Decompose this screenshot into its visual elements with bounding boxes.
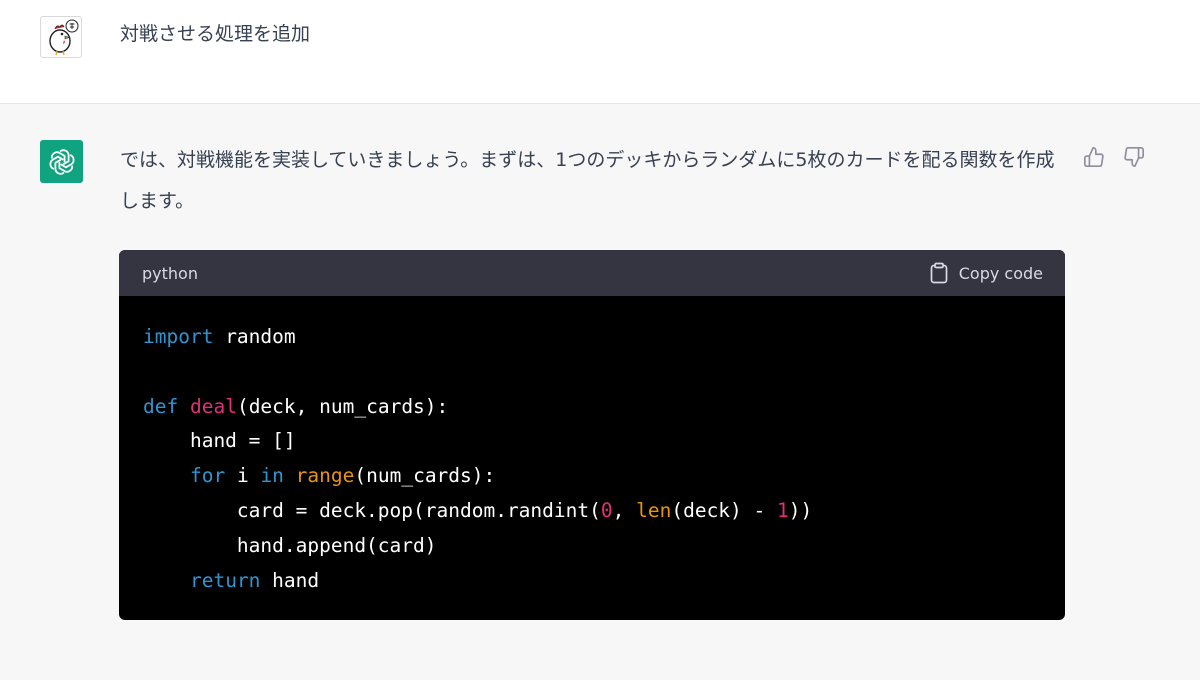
- thumbs-down-icon: [1124, 147, 1144, 167]
- code-line-2-blank: [143, 355, 1041, 390]
- code-block: python Copy code import random def deal(d…: [119, 250, 1065, 620]
- clipboard-icon: [930, 262, 948, 284]
- openai-logo-icon: [40, 140, 83, 183]
- code-block-header: python Copy code: [119, 250, 1065, 296]
- function-name-deal: deal: [189, 394, 237, 418]
- thumbs-up-button[interactable]: [1082, 145, 1106, 169]
- number-literal: 0: [600, 498, 613, 522]
- builtin-range: range: [295, 464, 355, 488]
- code-line-5: for i in range(num_cards):: [143, 459, 1041, 494]
- thumbs-down-button[interactable]: [1122, 145, 1146, 169]
- code-line-8: return hand: [143, 564, 1041, 599]
- code-text: hand.append(card): [143, 533, 437, 557]
- thumbs-up-icon: [1084, 147, 1104, 167]
- code-content: import random def deal(deck, num_cards): …: [119, 296, 1065, 598]
- code-line-7: hand.append(card): [143, 529, 1041, 564]
- keyword-return: return: [189, 568, 261, 592]
- code-text: i: [225, 464, 261, 488]
- code-line-6: card = deck.pop(random.randint(0, len(de…: [143, 494, 1041, 529]
- code-text: hand = []: [143, 429, 296, 453]
- copy-code-label: Copy code: [958, 263, 1043, 283]
- user-message-text: 対戦させる処理を追加: [120, 23, 311, 45]
- assistant-message-text: では、対戦機能を実装していきましょう。まずは、1つのデッキからランダムに5枚のカ…: [120, 149, 1055, 212]
- code-text: (deck, num_cards):: [236, 394, 449, 418]
- code-text: hand: [260, 568, 320, 592]
- code-text: random: [213, 325, 296, 348]
- code-text: (num_cards):: [354, 464, 496, 488]
- code-text: )): [788, 498, 813, 522]
- code-text: ,: [612, 498, 637, 522]
- code-line-4: hand = []: [143, 424, 1041, 459]
- keyword-for: for: [189, 464, 226, 488]
- keyword-def: def: [143, 394, 179, 418]
- keyword-import: import: [143, 325, 214, 348]
- keyword-in: in: [260, 464, 284, 488]
- builtin-len: len: [636, 498, 672, 522]
- code-line-3: def deal(deck, num_cards):: [143, 390, 1041, 425]
- number-literal: 1: [777, 498, 789, 522]
- code-text: (deck) -: [671, 498, 778, 522]
- copy-code-button[interactable]: Copy code: [929, 262, 1043, 284]
- code-text: card = deck.pop(random.randint(: [143, 498, 601, 522]
- user-message-row: 対戦させる処理を追加: [0, 0, 1200, 104]
- code-language-label: python: [142, 263, 198, 283]
- user-avatar-icon: [40, 16, 82, 58]
- code-line-1: import random: [143, 320, 1041, 355]
